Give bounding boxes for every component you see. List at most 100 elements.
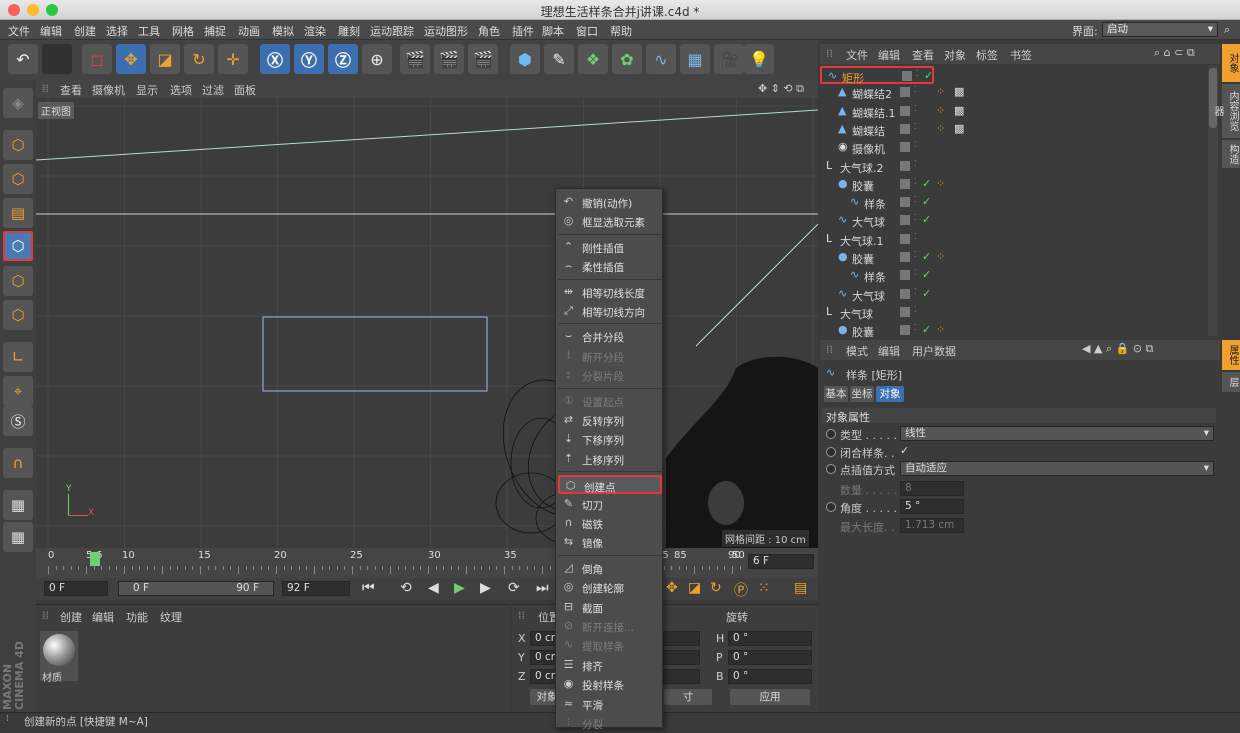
texture-mode-icon[interactable]: ⬡ bbox=[3, 164, 33, 194]
count-field[interactable]: 8 bbox=[900, 481, 964, 496]
frame-display[interactable]: 6 F bbox=[748, 554, 814, 569]
closed-radio[interactable] bbox=[826, 447, 836, 457]
material-swatch[interactable]: 材质 bbox=[40, 631, 78, 684]
object-row[interactable]: ▲ 蝴蝶结2 ⁚ ⁘ ▩ bbox=[820, 84, 1206, 102]
om-menu-item[interactable]: 文件 bbox=[846, 47, 868, 63]
context-menu-item[interactable]: ⇣ 下移序列 bbox=[558, 430, 662, 449]
context-menu-item[interactable]: ✎ 切刀 bbox=[558, 495, 662, 514]
angle-radio[interactable] bbox=[826, 502, 836, 512]
menu-item[interactable]: 网格 bbox=[172, 23, 194, 39]
last-tool-icon[interactable]: ✛ bbox=[218, 44, 248, 74]
coordinate-system-icon[interactable]: ⊕ bbox=[362, 44, 392, 74]
attr-tab[interactable]: 基本 bbox=[824, 386, 848, 402]
enabled-check-icon[interactable]: ✓ bbox=[922, 287, 931, 300]
context-menu-item[interactable]: ⬡ 创建点 bbox=[558, 475, 662, 495]
enabled-check-icon[interactable]: ✓ bbox=[922, 250, 931, 263]
tweak-mode-icon[interactable]: ⌖ bbox=[3, 376, 33, 406]
visibility-dots-icon[interactable]: ⁚ bbox=[914, 323, 917, 332]
layer-swatch[interactable] bbox=[900, 123, 910, 134]
attr-side-tab[interactable]: 属性 bbox=[1222, 340, 1240, 370]
visibility-dots-icon[interactable]: ⁚ bbox=[914, 287, 917, 296]
viewport-menu-item[interactable]: 面板 bbox=[234, 82, 256, 98]
context-menu-item[interactable]: ⊟ 截面 bbox=[558, 598, 662, 617]
next-key-icon[interactable]: ⟳ bbox=[508, 580, 520, 596]
object-row[interactable]: ∿ 样条 ⁚ ✓ bbox=[820, 267, 1206, 285]
locked-workplane-icon[interactable]: ▦ bbox=[3, 490, 33, 520]
checker-tag-icon[interactable]: ▩ bbox=[954, 104, 964, 117]
menu-item[interactable]: 动画 bbox=[238, 23, 260, 39]
om-side-tab[interactable]: 构造 bbox=[1222, 140, 1240, 168]
material-tag-icon[interactable]: ⁘ bbox=[936, 85, 945, 98]
attr-side-tab[interactable]: 层 bbox=[1222, 372, 1240, 392]
material-menu-item[interactable]: 纹理 bbox=[160, 609, 182, 625]
visibility-dots-icon[interactable]: ⁚ bbox=[914, 159, 917, 168]
menu-item[interactable]: 创建 bbox=[74, 23, 96, 39]
preview-range-slider[interactable]: 0 F 90 F bbox=[118, 581, 274, 596]
object-row[interactable]: ▲ 蝴蝶结 ⁚ ⁘ ▩ bbox=[820, 121, 1206, 139]
visibility-dots-icon[interactable]: ⁚ bbox=[914, 85, 917, 94]
make-editable-icon[interactable]: ◈ bbox=[3, 88, 33, 118]
material-tag-icon[interactable]: ⁘ bbox=[936, 177, 945, 190]
rotation-field[interactable]: 0 ° bbox=[728, 669, 812, 684]
menu-item[interactable]: 脚本 bbox=[542, 23, 564, 39]
material-tag-icon[interactable]: ⁘ bbox=[936, 250, 945, 263]
viewport-menu-item[interactable]: 过滤 bbox=[202, 82, 224, 98]
timeline-icon[interactable]: ▤ bbox=[794, 580, 807, 596]
visibility-dots-icon[interactable]: ⁚ bbox=[916, 69, 919, 78]
om-menu-item[interactable]: 书签 bbox=[1010, 47, 1032, 63]
edges-mode-icon[interactable]: ⬡ bbox=[3, 266, 33, 296]
key-param-icon[interactable]: Ⓟ bbox=[734, 580, 748, 600]
layer-swatch[interactable] bbox=[900, 142, 910, 153]
menu-item[interactable]: 帮助 bbox=[610, 23, 632, 39]
attr-menu-item[interactable]: 用户数据 bbox=[912, 343, 956, 359]
layer-swatch[interactable] bbox=[900, 87, 910, 98]
interp-select[interactable]: 自动适应 ▾ bbox=[900, 461, 1214, 476]
layer-swatch[interactable] bbox=[900, 105, 910, 116]
om-side-tab[interactable]: 对象 bbox=[1222, 44, 1240, 82]
menu-item[interactable]: 运动跟踪 bbox=[370, 23, 414, 39]
layer-swatch[interactable] bbox=[900, 288, 910, 299]
magnet-tool-icon[interactable]: ∩ bbox=[3, 448, 33, 478]
object-row[interactable]: L 大气球.2 ⁚ bbox=[820, 158, 1206, 176]
layer-swatch[interactable] bbox=[900, 252, 910, 262]
material-tag-icon[interactable]: ⁘ bbox=[936, 122, 945, 135]
cube-icon[interactable]: ⬢ bbox=[510, 44, 540, 74]
enabled-check-icon[interactable]: ✓ bbox=[924, 69, 933, 82]
material-menu-item[interactable]: 创建 bbox=[60, 609, 82, 625]
polygons-mode-icon[interactable]: ⬡ bbox=[3, 300, 33, 330]
layer-swatch[interactable] bbox=[900, 178, 910, 189]
visibility-dots-icon[interactable]: ⁚ bbox=[914, 104, 917, 113]
menu-item[interactable]: 模拟 bbox=[272, 23, 294, 39]
context-menu-item[interactable]: ⊘ 断开连接... bbox=[558, 617, 662, 636]
visibility-dots-icon[interactable]: ⁚ bbox=[914, 195, 917, 204]
interface-select[interactable]: 启动 ▾ bbox=[1102, 22, 1218, 37]
floor-icon[interactable]: ▦ bbox=[680, 44, 710, 74]
apply-button[interactable]: 应用 bbox=[730, 689, 810, 705]
layer-swatch[interactable] bbox=[900, 160, 910, 171]
context-menu-item[interactable]: ⫶ 分裂 bbox=[558, 714, 662, 733]
om-menu-item[interactable]: 对象 bbox=[944, 47, 966, 63]
context-menu-item[interactable]: ⌇ 断开分段 bbox=[558, 347, 662, 366]
y-axis-lock-icon[interactable]: Ⓨ bbox=[294, 44, 324, 74]
context-menu-item[interactable]: ◉ 投射样条 bbox=[558, 675, 662, 694]
context-menu-item[interactable]: ⦂ 分裂片段 bbox=[558, 366, 662, 385]
context-menu-item[interactable]: ⌣ 合并分段 bbox=[558, 327, 662, 346]
planar-workplane-icon[interactable]: ▦ bbox=[3, 522, 33, 552]
context-menu-item[interactable]: ∩ 磁铁 bbox=[558, 514, 662, 533]
layer-swatch[interactable] bbox=[900, 325, 910, 336]
menu-item[interactable]: 渲染 bbox=[304, 23, 326, 39]
material-menu-item[interactable]: 编辑 bbox=[92, 609, 114, 625]
attr-menu-item[interactable]: 模式 bbox=[846, 343, 868, 359]
object-row[interactable]: ◉ 摄像机 ⁚ bbox=[820, 139, 1206, 157]
context-menu-item[interactable]: ◎ 创建轮廓 bbox=[558, 578, 662, 597]
viewport-menu-item[interactable]: 查看 bbox=[60, 82, 82, 98]
menu-item[interactable]: 捕捉 bbox=[204, 23, 226, 39]
context-menu-item[interactable]: ☰ 排齐 bbox=[558, 656, 662, 675]
key-scale-icon[interactable]: ◪ bbox=[688, 580, 701, 596]
angle-field[interactable]: 5 ° bbox=[900, 499, 964, 514]
material-tag-icon[interactable]: ⁘ bbox=[936, 323, 945, 336]
snapping-icon[interactable]: Ⓢ bbox=[3, 406, 33, 436]
render-settings-icon[interactable]: 🎬 bbox=[468, 44, 498, 74]
menu-item[interactable]: 角色 bbox=[478, 23, 500, 39]
enabled-check-icon[interactable]: ✓ bbox=[922, 268, 931, 281]
